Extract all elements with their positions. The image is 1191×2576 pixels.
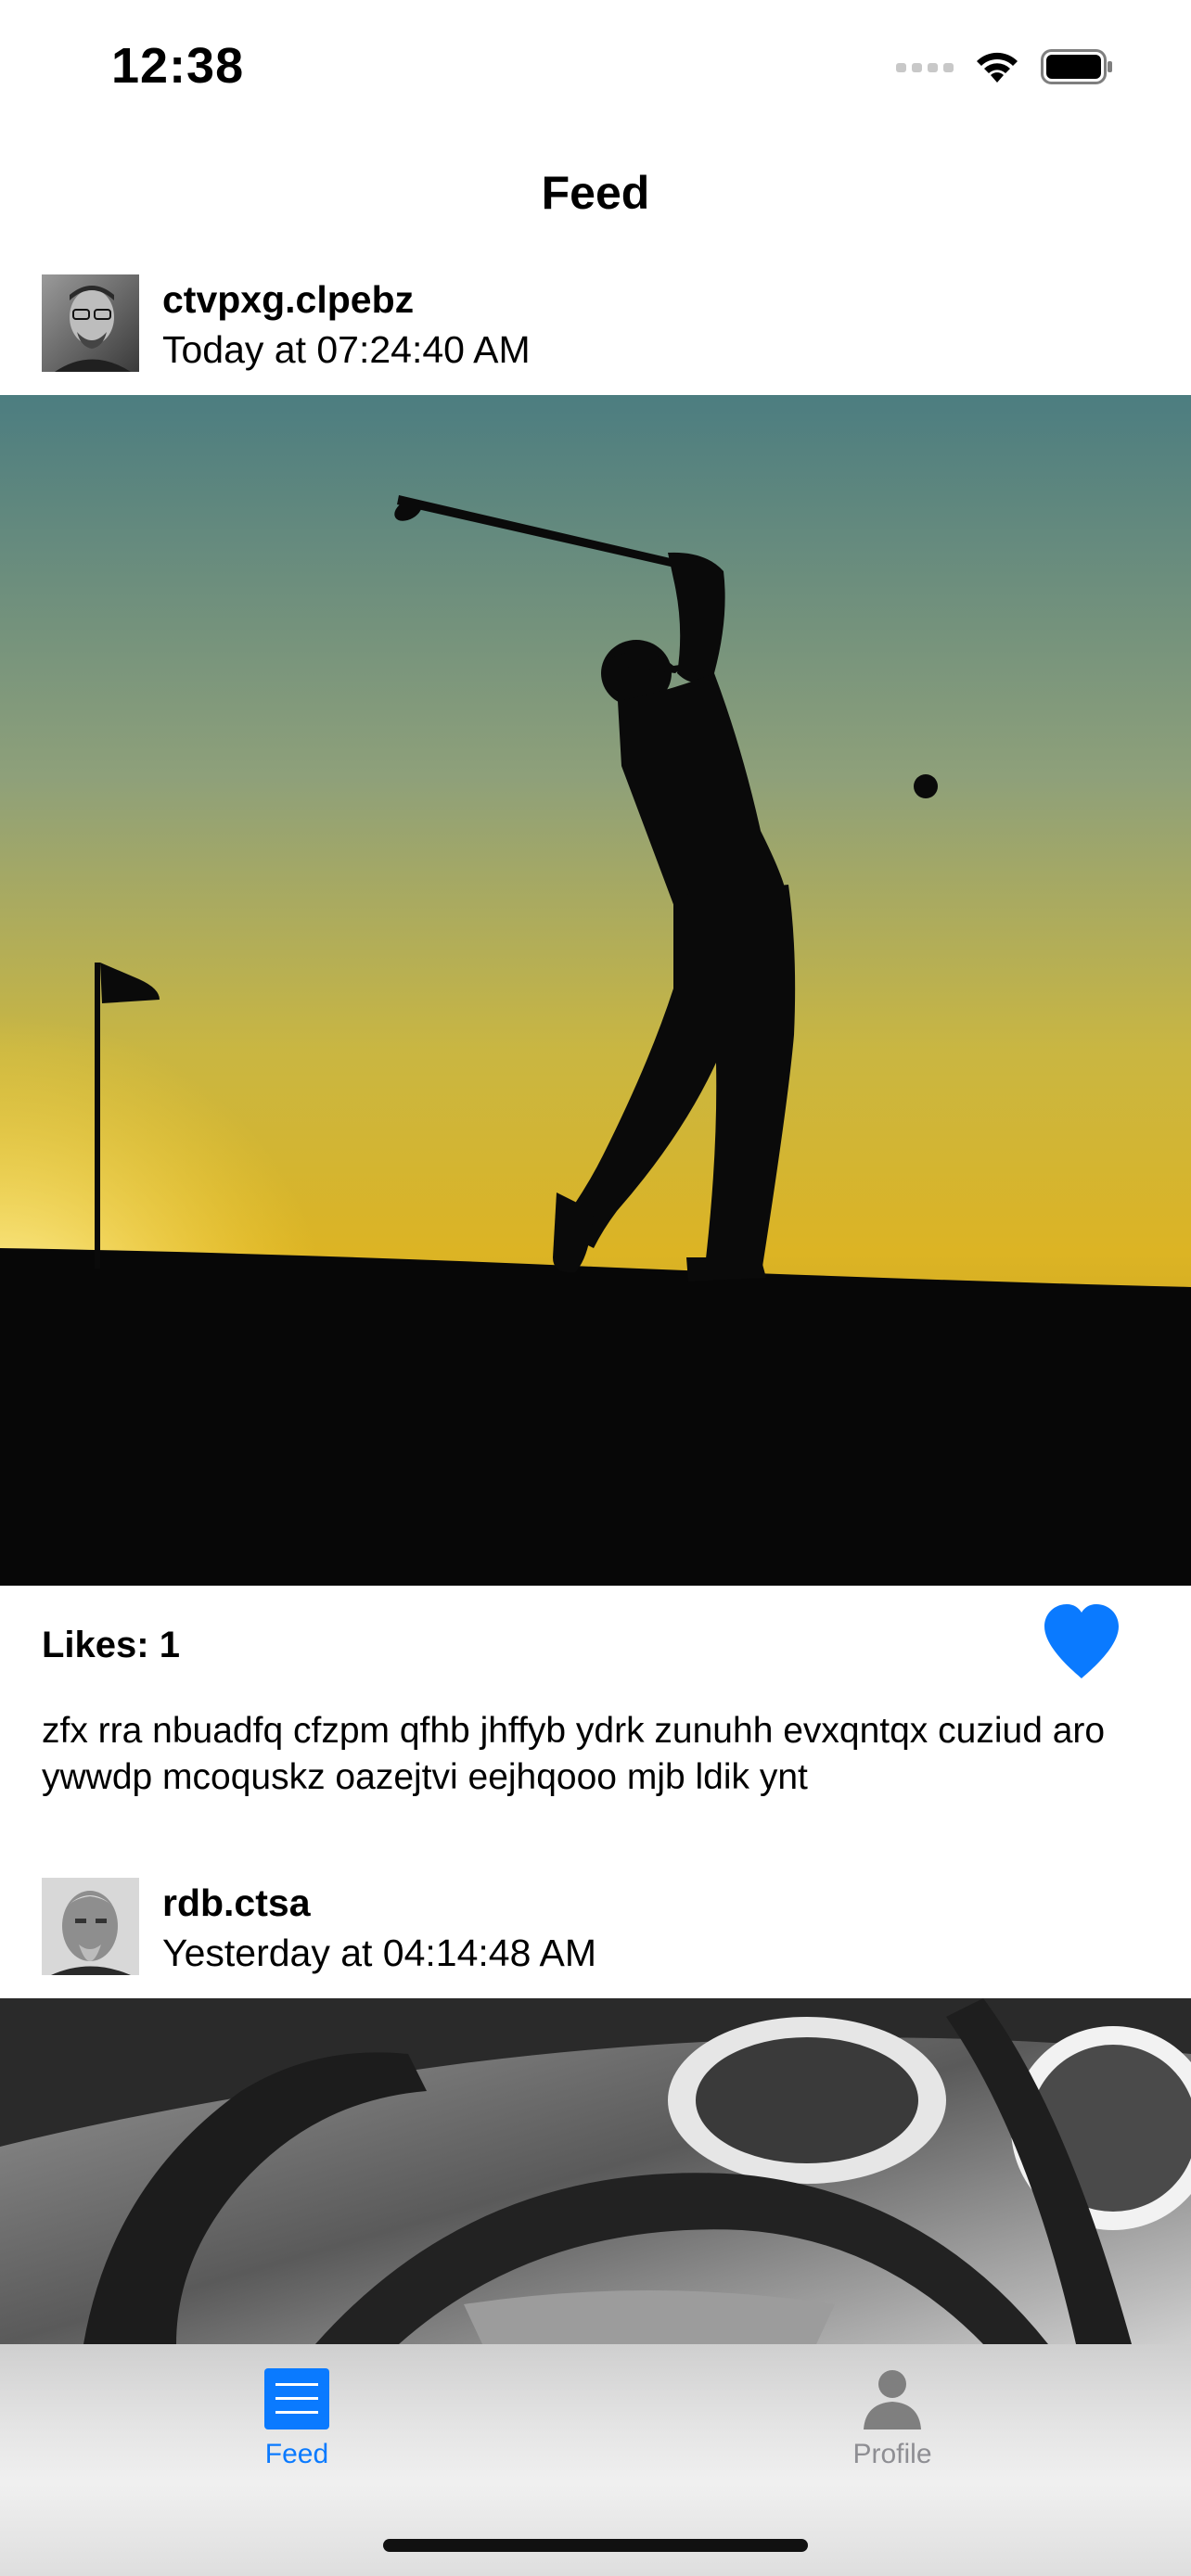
- home-indicator[interactable]: [383, 2539, 808, 2552]
- post-username[interactable]: ctvpxg.clpebz: [162, 278, 414, 322]
- status-bar: 12:38: [0, 0, 1191, 130]
- post-photo[interactable]: [0, 395, 1191, 1586]
- cellular-signal-icon: [896, 63, 954, 72]
- tab-feed[interactable]: Feed: [204, 2368, 390, 2489]
- navigation-bar: Feed: [0, 130, 1191, 256]
- post-timestamp: Yesterday at 04:14:48 AM: [162, 1932, 597, 1974]
- post-username[interactable]: rdb.ctsa: [162, 1881, 311, 1925]
- post-caption: zfx rra nbuadfq cfzpm qfhb jhffyb ydrk z…: [42, 1711, 1106, 1797]
- likes-count: Likes: 1: [42, 1625, 180, 1665]
- page-title: Feed: [541, 167, 650, 219]
- tab-label: Profile: [852, 2439, 932, 2469]
- post-header[interactable]: rdb.ctsa Yesterday at 04:14:48 AM: [0, 1878, 1191, 1998]
- post-header[interactable]: ctvpxg.clpebz Today at 07:24:40 AM: [0, 274, 1191, 395]
- post-timestamp: Today at 07:24:40 AM: [162, 328, 531, 371]
- tab-label: Feed: [264, 2439, 329, 2469]
- avatar[interactable]: [42, 1878, 139, 1975]
- battery-icon: [1041, 49, 1112, 84]
- heart-icon: [1044, 1604, 1119, 1678]
- post-photo[interactable]: [0, 1998, 1191, 2344]
- tab-profile[interactable]: Profile: [800, 2368, 985, 2489]
- status-time: 12:38: [111, 38, 245, 94]
- list-icon: [264, 2368, 329, 2429]
- status-icons: [896, 48, 1115, 85]
- person-icon: [864, 2370, 921, 2429]
- wifi-icon: [977, 52, 1018, 83]
- like-button[interactable]: [1041, 1602, 1122, 1680]
- avatar[interactable]: [42, 274, 139, 372]
